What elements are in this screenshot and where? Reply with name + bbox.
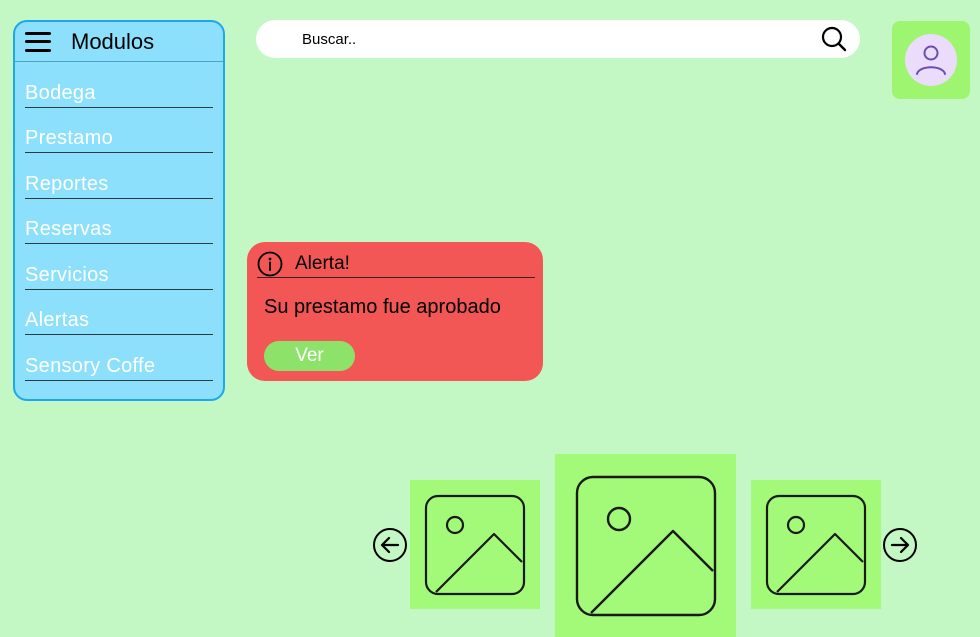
sidebar-list: Bodega Prestamo Reportes Reservas Servic…	[15, 62, 223, 381]
sidebar-item-alertas[interactable]: Alertas	[25, 290, 213, 335]
sidebar-item-reservas[interactable]: Reservas	[25, 199, 213, 244]
sidebar-item-sensory-coffe[interactable]: Sensory Coffe	[25, 335, 213, 381]
sidebar-item-prestamo[interactable]: Prestamo	[25, 108, 213, 153]
sidebar-title: Modulos	[71, 28, 155, 54]
sidebar-item-label: Reportes	[25, 172, 109, 195]
view-button[interactable]: Ver	[264, 341, 355, 371]
info-icon	[257, 251, 283, 276]
alert-card: Alerta! Su prestamo fue aprobado Ver	[247, 242, 543, 381]
carousel-image-next[interactable]	[751, 480, 881, 609]
arrow-left-circle-icon[interactable]	[372, 527, 408, 563]
alert-header: Alerta!	[257, 250, 535, 278]
arrow-right-circle-icon[interactable]	[882, 527, 918, 563]
alert-message: Su prestamo fue aprobado	[264, 296, 501, 318]
profile-button[interactable]	[892, 21, 970, 99]
search-bar	[256, 20, 860, 58]
search-input[interactable]	[302, 30, 782, 48]
image-placeholder-icon	[575, 475, 716, 616]
sidebar-item-servicios[interactable]: Servicios	[25, 244, 213, 290]
carousel-image-previous[interactable]	[410, 480, 540, 609]
image-placeholder-icon	[765, 494, 867, 595]
sidebar-item-label: Prestamo	[25, 127, 113, 149]
sidebar-item-label: Sensory Coffe	[25, 354, 156, 377]
carousel-image-current[interactable]	[555, 454, 736, 637]
sidebar-item-bodega[interactable]: Bodega	[25, 62, 213, 108]
sidebar-header: Modulos	[15, 22, 223, 62]
hamburger-menu-icon[interactable]	[25, 31, 51, 52]
search-icon[interactable]	[820, 25, 848, 53]
user-icon	[916, 45, 946, 75]
alert-title: Alerta!	[295, 252, 350, 274]
sidebar-item-label: Alertas	[25, 309, 90, 331]
sidebar: Modulos Bodega Prestamo Reportes Reserva…	[13, 20, 225, 401]
avatar	[905, 34, 957, 86]
sidebar-item-label: Servicios	[25, 263, 109, 286]
sidebar-item-label: Reservas	[25, 218, 112, 240]
sidebar-item-reportes[interactable]: Reportes	[25, 153, 213, 199]
image-placeholder-icon	[424, 494, 526, 595]
sidebar-item-label: Bodega	[25, 81, 96, 104]
